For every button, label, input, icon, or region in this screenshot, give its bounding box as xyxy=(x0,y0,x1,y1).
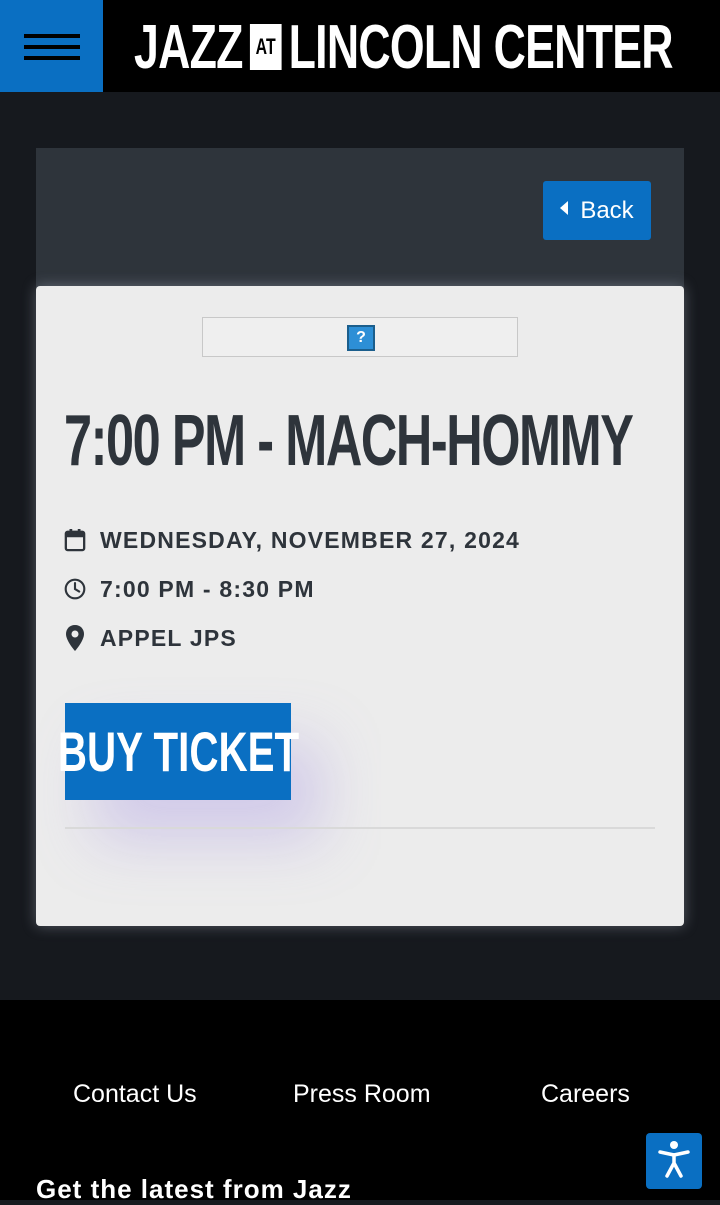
footer-link-press-room[interactable]: Press Room xyxy=(293,1080,431,1109)
event-date: WEDNESDAY, NOVEMBER 27, 2024 xyxy=(100,526,521,553)
clock-icon xyxy=(64,576,86,602)
event-card xyxy=(36,286,684,926)
back-button[interactable]: Back xyxy=(543,181,651,240)
event-date-row: WEDNESDAY, NOVEMBER 27, 2024 xyxy=(64,524,520,556)
event-time-row: 7:00 PM - 8:30 PM xyxy=(64,573,315,605)
accessibility-button[interactable] xyxy=(646,1133,702,1189)
site-header: JAZZ AT LINCOLN CENTER xyxy=(0,0,720,92)
menu-button[interactable] xyxy=(0,0,103,92)
buy-ticket-label: BUY TICKET xyxy=(57,720,299,783)
site-logo[interactable]: JAZZ AT LINCOLN CENTER xyxy=(134,13,674,82)
card-divider xyxy=(65,827,655,829)
newsletter-heading: Get the latest from Jazz xyxy=(36,1174,352,1204)
location-pin-icon xyxy=(64,625,86,651)
caret-left-icon xyxy=(560,200,569,215)
logo-word-jazz: JAZZ xyxy=(134,12,243,82)
event-venue-row: APPEL JPS xyxy=(64,622,237,654)
back-label: Back xyxy=(580,196,634,224)
footer-link-careers[interactable]: Careers xyxy=(541,1080,630,1109)
logo-word-at: AT xyxy=(249,24,282,70)
event-venue: APPEL JPS xyxy=(100,624,237,651)
footer-link-contact-us[interactable]: Contact Us xyxy=(73,1080,197,1109)
calendar-icon xyxy=(64,527,86,553)
logo-word-lincoln-center: LINCOLN CENTER xyxy=(288,12,674,82)
event-time: 7:00 PM - 8:30 PM xyxy=(100,575,315,602)
accessibility-icon xyxy=(657,1140,691,1183)
event-image-placeholder: ? xyxy=(202,317,518,357)
broken-image-icon: ? xyxy=(347,325,375,351)
buy-ticket-button[interactable]: BUY TICKET xyxy=(57,703,299,800)
event-title: 7:00 PM - MACH-HOMMY xyxy=(64,401,634,481)
